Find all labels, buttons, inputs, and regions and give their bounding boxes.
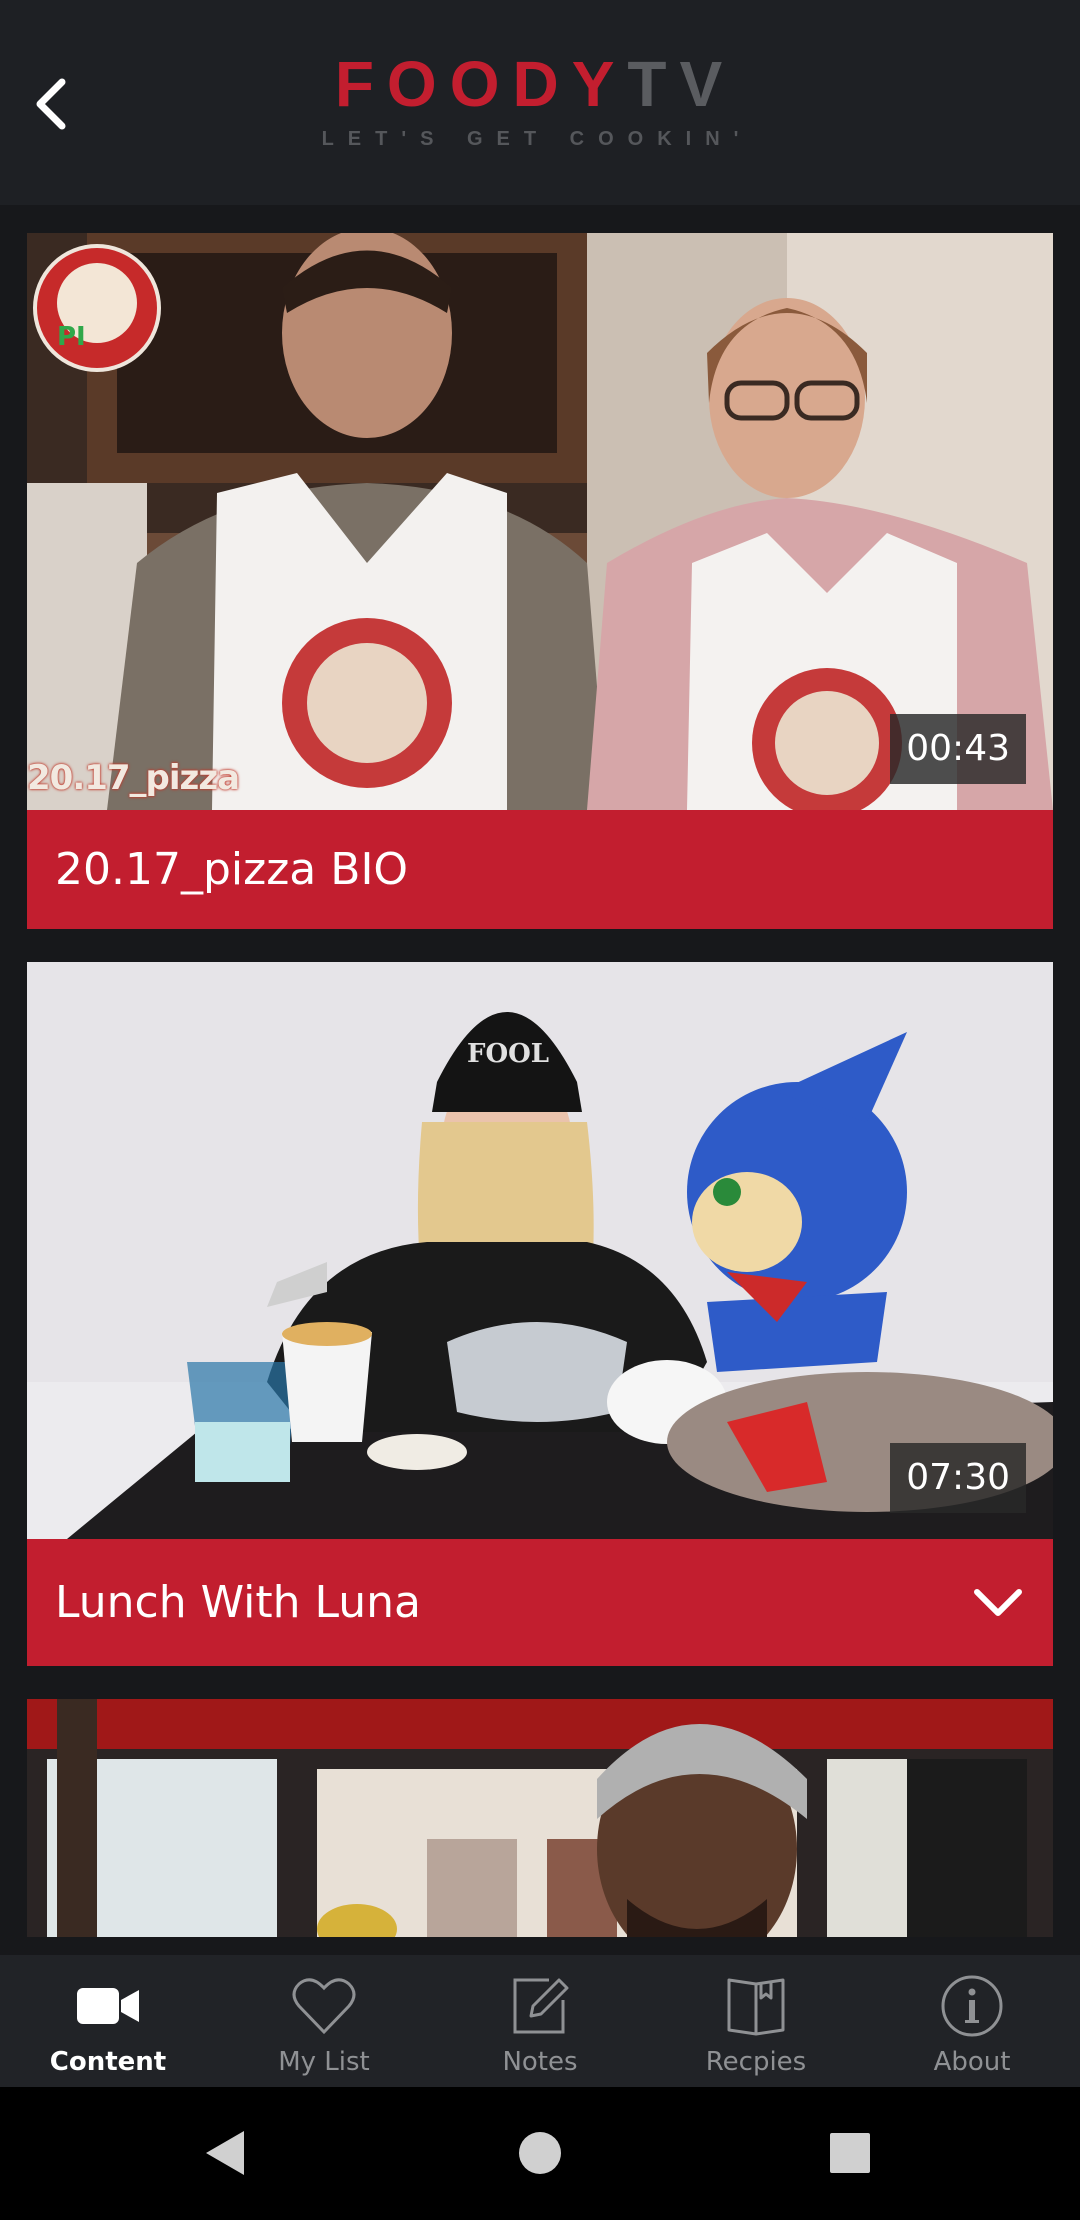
video-duration: 00:43	[890, 714, 1026, 784]
svg-text:PI: PI	[57, 322, 86, 352]
square-recents-icon	[830, 2133, 870, 2173]
video-camera-icon	[77, 1988, 139, 2024]
nav-item-content[interactable]: Content	[0, 1955, 216, 2087]
nav-item-recpies[interactable]: Recpies	[648, 1955, 864, 2087]
video-overlay-text: 20.17_pizza	[27, 758, 240, 798]
logo-tv: TV	[627, 48, 736, 120]
chevron-down-icon[interactable]	[973, 1588, 1023, 1618]
nav-item-about[interactable]: About	[864, 1955, 1080, 2087]
logo-tagline: LET'S GET COOKIN'	[321, 128, 753, 150]
video-title: 20.17_pizza BIO	[55, 844, 409, 895]
video-card[interactable]: PI 20.17_pizza 00:43 20.17_pizza BIO	[27, 233, 1053, 929]
nav-item-notes[interactable]: Notes	[432, 1955, 648, 2087]
info-icon	[941, 1975, 1003, 2037]
video-card[interactable]	[27, 1699, 1053, 1937]
video-title: Lunch With Luna	[55, 1577, 421, 1628]
video-thumbnail[interactable]: FOOL 07:30	[27, 962, 1053, 1539]
svg-text:FOOL: FOOL	[467, 1039, 549, 1069]
book-icon	[727, 1978, 785, 2036]
system-recents-button[interactable]	[820, 2123, 880, 2183]
video-thumbnail[interactable]: PI 20.17_pizza 00:43	[27, 233, 1053, 810]
system-back-button[interactable]	[196, 2123, 256, 2183]
video-thumbnail-image	[27, 1699, 1053, 1937]
system-nav-bar	[0, 2087, 1080, 2220]
video-duration: 07:30	[890, 1443, 1026, 1513]
nav-item-my-list[interactable]: My List	[216, 1955, 432, 2087]
video-title-bar[interactable]: Lunch With Luna	[27, 1539, 1053, 1666]
nav-label-content: Content	[49, 2047, 167, 2077]
triangle-back-icon	[206, 2131, 244, 2175]
circle-home-icon	[519, 2132, 561, 2174]
nav-label-recpies: Recpies	[705, 2047, 807, 2077]
system-home-button[interactable]	[510, 2123, 570, 2183]
video-card[interactable]: FOOL 07:30 Lunch With Luna	[27, 962, 1053, 1666]
app-logo: FOODYTV LET'S GET COOKIN'	[0, 48, 1080, 151]
video-feed[interactable]: PI 20.17_pizza 00:43 20.17_pizza BIO FOO…	[0, 205, 1080, 1937]
pencil-note-icon	[513, 1978, 569, 2034]
heart-icon	[292, 1978, 356, 2035]
video-title-bar[interactable]: 20.17_pizza BIO	[27, 810, 1053, 929]
nav-label-notes: Notes	[502, 2047, 578, 2077]
video-thumbnail[interactable]	[27, 1699, 1053, 1937]
nav-label-my-list: My List	[278, 2047, 370, 2077]
logo-foody: FOODY	[334, 48, 628, 120]
app-header: FOODYTV LET'S GET COOKIN'	[0, 0, 1080, 205]
nav-label-about: About	[933, 2047, 1011, 2077]
bottom-nav: Content My List Notes Recpies About	[0, 1955, 1080, 2087]
